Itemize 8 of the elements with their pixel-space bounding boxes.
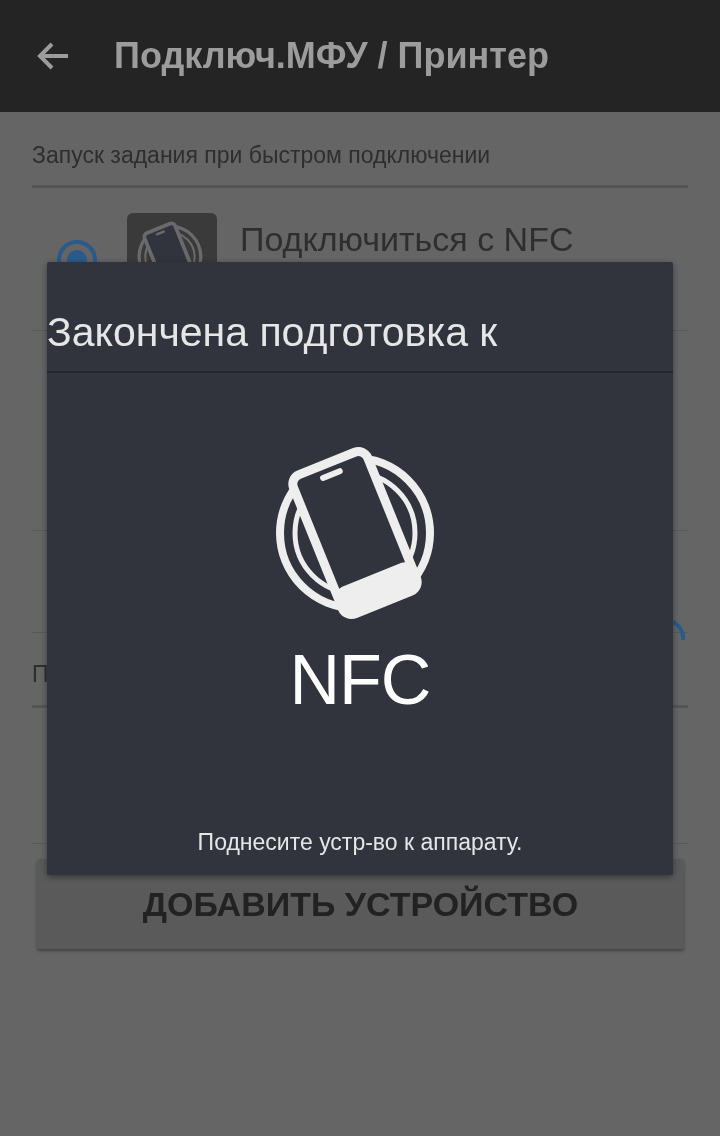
- screen-title: Подключ.МФУ / Принтер: [114, 34, 549, 78]
- option-label: Подключиться с NFC: [240, 219, 574, 260]
- dialog-message: Поднесите устр-во к аппарату.: [196, 828, 524, 857]
- section-header: Запуск задания при быстром подключении: [32, 142, 491, 168]
- back-icon[interactable]: [36, 41, 70, 71]
- nfc-logo: NFC: [289, 645, 431, 715]
- arc-icon: [673, 620, 685, 642]
- dialog-title: Закончена подготовка к: [47, 309, 498, 355]
